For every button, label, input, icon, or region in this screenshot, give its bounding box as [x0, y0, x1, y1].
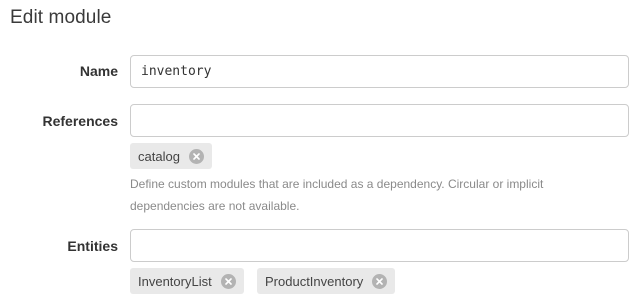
tag-label: catalog	[138, 148, 180, 164]
entity-tag-productinventory: ProductInventory	[257, 268, 396, 294]
page-title: Edit module	[10, 7, 112, 28]
entities-label: Entities	[67, 238, 118, 254]
reference-tag-catalog: catalog	[130, 143, 212, 169]
close-circle-icon[interactable]	[220, 273, 236, 289]
tag-label: InventoryList	[138, 273, 212, 289]
edit-module-page: Edit module Name References catalog Defi…	[0, 0, 642, 303]
references-help-text: Define custom modules that are included …	[130, 177, 544, 213]
tag-label: ProductInventory	[265, 273, 364, 289]
references-label: References	[42, 113, 119, 129]
name-label: Name	[79, 63, 118, 79]
entity-tag-inventorylist: InventoryList	[130, 268, 244, 294]
entities-input[interactable]	[130, 229, 629, 262]
close-circle-icon[interactable]	[372, 273, 388, 289]
references-input[interactable]	[130, 104, 629, 137]
close-circle-icon[interactable]	[188, 148, 204, 164]
name-input[interactable]	[130, 55, 629, 88]
